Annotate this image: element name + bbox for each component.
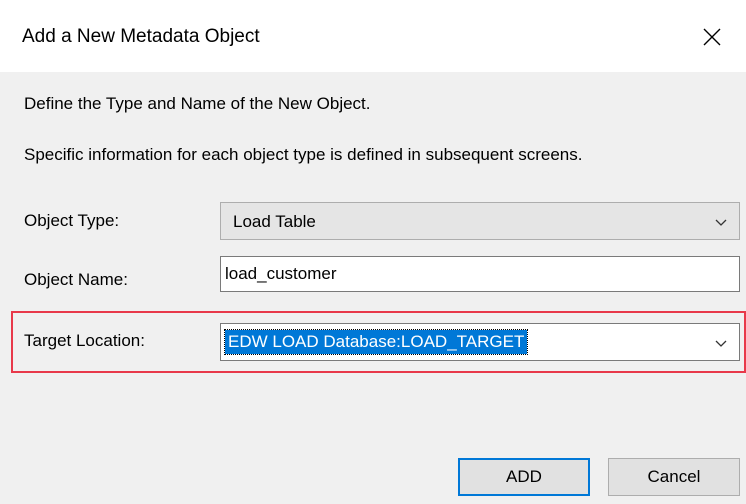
chevron-down-icon <box>715 219 727 226</box>
add-button[interactable]: ADD <box>458 458 590 496</box>
object-type-value: Load Table <box>233 212 316 231</box>
target-location-label: Target Location: <box>24 331 145 350</box>
object-name-label: Object Name: <box>24 270 128 289</box>
object-type-label: Object Type: <box>24 211 120 230</box>
dialog-title: Add a New Metadata Object <box>22 26 260 47</box>
close-icon <box>703 28 721 46</box>
dialog-body: Define the Type and Name of the New Obje… <box>0 72 746 504</box>
object-name-input[interactable]: load_customer <box>220 256 740 292</box>
object-type-dropdown[interactable]: Load Table <box>220 202 740 240</box>
chevron-down-icon <box>715 340 727 347</box>
cancel-button[interactable]: Cancel <box>608 458 740 496</box>
object-name-value: load_customer <box>225 264 337 283</box>
target-location-dropdown[interactable]: EDW LOAD Database:LOAD_TARGET <box>220 323 740 361</box>
title-bar: Add a New Metadata Object <box>0 0 746 72</box>
intro-line-2: Specific information for each object typ… <box>24 145 583 164</box>
intro-line-1: Define the Type and Name of the New Obje… <box>24 94 371 113</box>
target-location-value: EDW LOAD Database:LOAD_TARGET <box>223 329 529 355</box>
close-button[interactable] <box>692 17 732 57</box>
